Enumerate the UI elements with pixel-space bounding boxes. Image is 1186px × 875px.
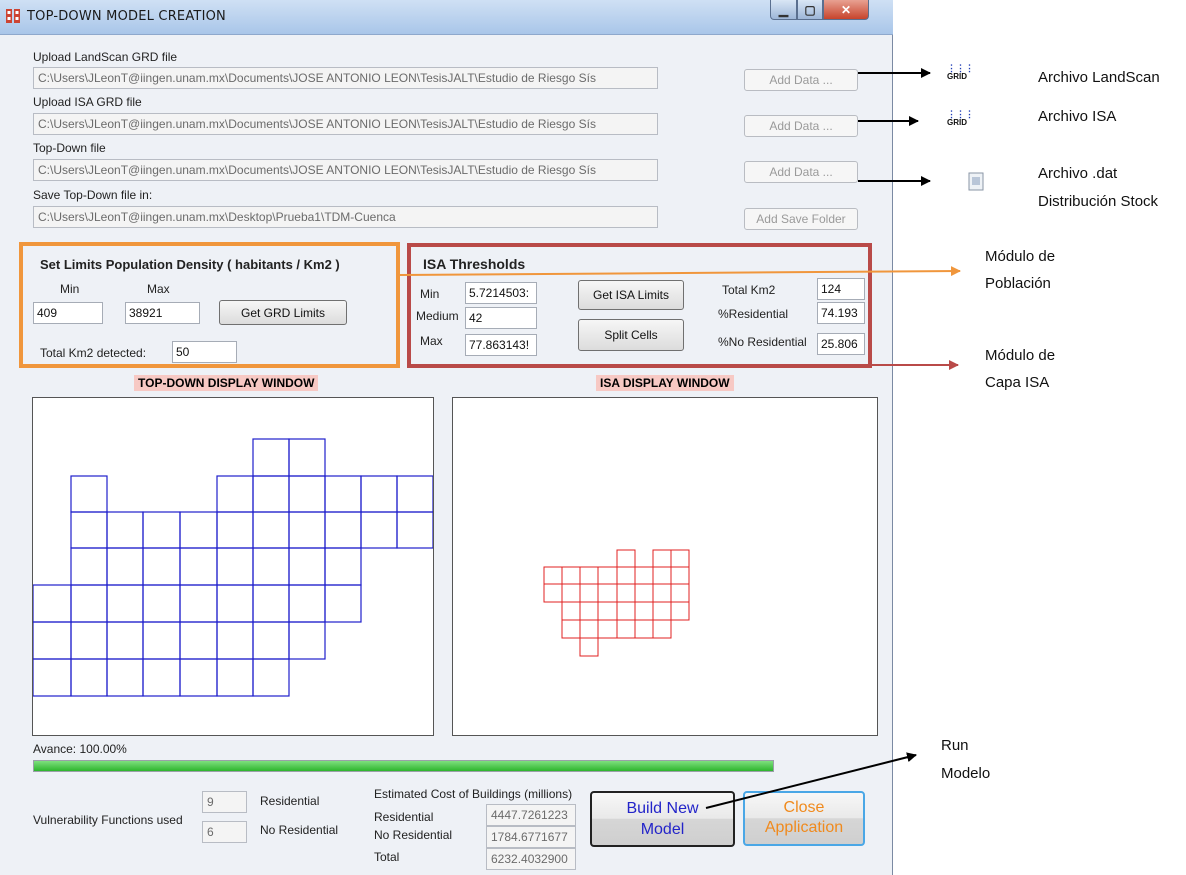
annotation-dat-line2: Distribución Stock bbox=[1038, 193, 1159, 210]
annotation-run-line1: Run bbox=[941, 737, 969, 754]
annotation-isa: Archivo ISA bbox=[1038, 108, 1117, 125]
annotation-poblacion-line1: Módulo de bbox=[985, 248, 1056, 265]
annotation-poblacion-line2: Población bbox=[985, 275, 1051, 292]
annotation-capa-line1: Módulo de bbox=[985, 347, 1056, 364]
dat-file-icon bbox=[968, 172, 984, 191]
arrow-run-modelo bbox=[705, 752, 917, 809]
arrow-poblacion bbox=[399, 266, 961, 277]
annotation-capa-line2: Capa ISA bbox=[985, 374, 1050, 391]
grd-file-icon: ⋮⋮⋮ GRID bbox=[947, 109, 974, 127]
annotation-arrows bbox=[399, 68, 961, 809]
annotation-dat-line1: Archivo .dat bbox=[1038, 165, 1118, 182]
grd-file-icon: ⋮⋮⋮ GRID bbox=[947, 63, 974, 81]
annotation-landscan: Archivo LandScan bbox=[1038, 69, 1160, 86]
annotation-run-line2: Modelo bbox=[941, 765, 991, 782]
